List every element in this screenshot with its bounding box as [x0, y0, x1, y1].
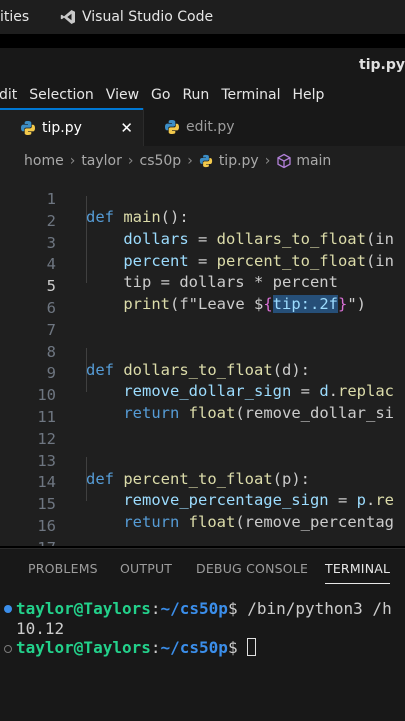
menu-bar: dit Selection View Go Run Terminal Help: [0, 82, 405, 108]
menu-view[interactable]: View: [106, 87, 139, 103]
code-line-12: 12: [0, 412, 405, 448]
breadcrumb-home[interactable]: home: [24, 153, 64, 169]
chevron-right-icon: ›: [187, 153, 193, 169]
tab-edit-py[interactable]: edit.py: [143, 108, 281, 146]
window-title: tip.py: [359, 57, 405, 73]
app-menu[interactable]: Visual Studio Code: [60, 9, 213, 25]
window-title-bar[interactable]: tip.py: [0, 48, 405, 82]
code-line-16: 16: [0, 499, 405, 535]
code-editor[interactable]: home › taylor › cs50p › tip.py › main 1 …: [0, 146, 405, 546]
code-line-11: 11: [0, 390, 405, 426]
tab-tip-py[interactable]: tip.py ✕: [0, 108, 143, 146]
code-line-14: 14 remove_percentage_sign = p.re: [0, 455, 405, 509]
system-top-bar: ities Visual Studio Code: [0, 0, 405, 34]
panel-tab-problems[interactable]: PROBLEMS: [28, 561, 98, 576]
breadcrumb-cs50p[interactable]: cs50p: [140, 153, 182, 169]
panel-tab-debug-console[interactable]: DEBUG CONSOLE: [196, 561, 308, 576]
symbol-method-icon: [277, 153, 291, 169]
python-file-icon: [199, 154, 212, 168]
code-line-15: 15 return float(remove_percentag: [0, 477, 405, 531]
bottom-panel: PROBLEMS OUTPUT DEBUG CONSOLE TERMINAL t…: [0, 548, 405, 721]
code-line-1: 1 def main():: [0, 172, 405, 226]
vscode-icon: [60, 10, 75, 24]
menu-terminal[interactable]: Terminal: [221, 87, 280, 103]
code-line-4: 4 tip = dollars * percent: [0, 237, 405, 291]
terminal-output: 10.12: [16, 619, 65, 638]
breadcrumb-symbol[interactable]: main: [296, 153, 331, 169]
code-line-3: 3 percent = percent_to_float(in: [0, 216, 405, 270]
python-file-icon: [21, 121, 35, 135]
status-bar: [0, 710, 405, 720]
menu-selection[interactable]: Selection: [29, 87, 94, 103]
menu-run[interactable]: Run: [182, 87, 209, 103]
code-line-17: 17: [0, 521, 405, 546]
breadcrumb-taylor[interactable]: taylor: [81, 153, 122, 169]
chevron-right-icon: ›: [127, 153, 134, 169]
panel-tab-output[interactable]: OUTPUT: [120, 561, 172, 576]
panel-tab-terminal[interactable]: TERMINAL: [325, 561, 391, 584]
code-line-7: 7: [0, 303, 405, 339]
activities-button[interactable]: ities: [0, 9, 29, 25]
menu-go[interactable]: Go: [151, 87, 170, 103]
menu-help[interactable]: Help: [292, 87, 324, 103]
code-line-10: 10 return float(remove_dollar_si: [0, 368, 405, 422]
app-name: Visual Studio Code: [82, 9, 214, 25]
code-line-6: 6: [0, 281, 405, 317]
chevron-right-icon: ›: [264, 153, 271, 169]
code-line-8: 8 def dollars_to_float(d):: [0, 325, 405, 379]
menu-edit[interactable]: dit: [0, 87, 17, 103]
tab-label: edit.py: [186, 119, 235, 135]
tab-label: tip.py: [42, 120, 82, 136]
python-file-icon: [165, 120, 179, 134]
command-success-dot-icon[interactable]: [4, 605, 12, 613]
code-line-18: 18 main(): [0, 543, 405, 546]
terminal-line-prompt[interactable]: taylor@Taylors:~/cs50p$: [16, 638, 405, 657]
code-line-13: 13 def percent_to_float(p):: [0, 434, 405, 488]
terminal-line-command[interactable]: taylor@Taylors:~/cs50p$ /bin/python3 /h: [16, 599, 405, 618]
code-line-2: 2 dollars = dollars_to_float(in: [0, 194, 405, 248]
chevron-right-icon: ›: [69, 153, 76, 169]
editor-tabs: tip.py ✕ edit.py: [0, 108, 405, 147]
breadcrumb-file[interactable]: tip.py: [219, 153, 259, 169]
terminal-cursor: [247, 638, 257, 656]
breadcrumb: home › taylor › cs50p › tip.py › main: [24, 150, 331, 172]
code-line-5: 5 print(f"Leave ${tip:.2f}"): [0, 259, 405, 314]
code-line-9: 9 remove_dollar_sign = d.replac: [0, 346, 405, 400]
close-icon[interactable]: ✕: [120, 119, 133, 137]
command-pending-dot-icon[interactable]: [4, 645, 12, 653]
